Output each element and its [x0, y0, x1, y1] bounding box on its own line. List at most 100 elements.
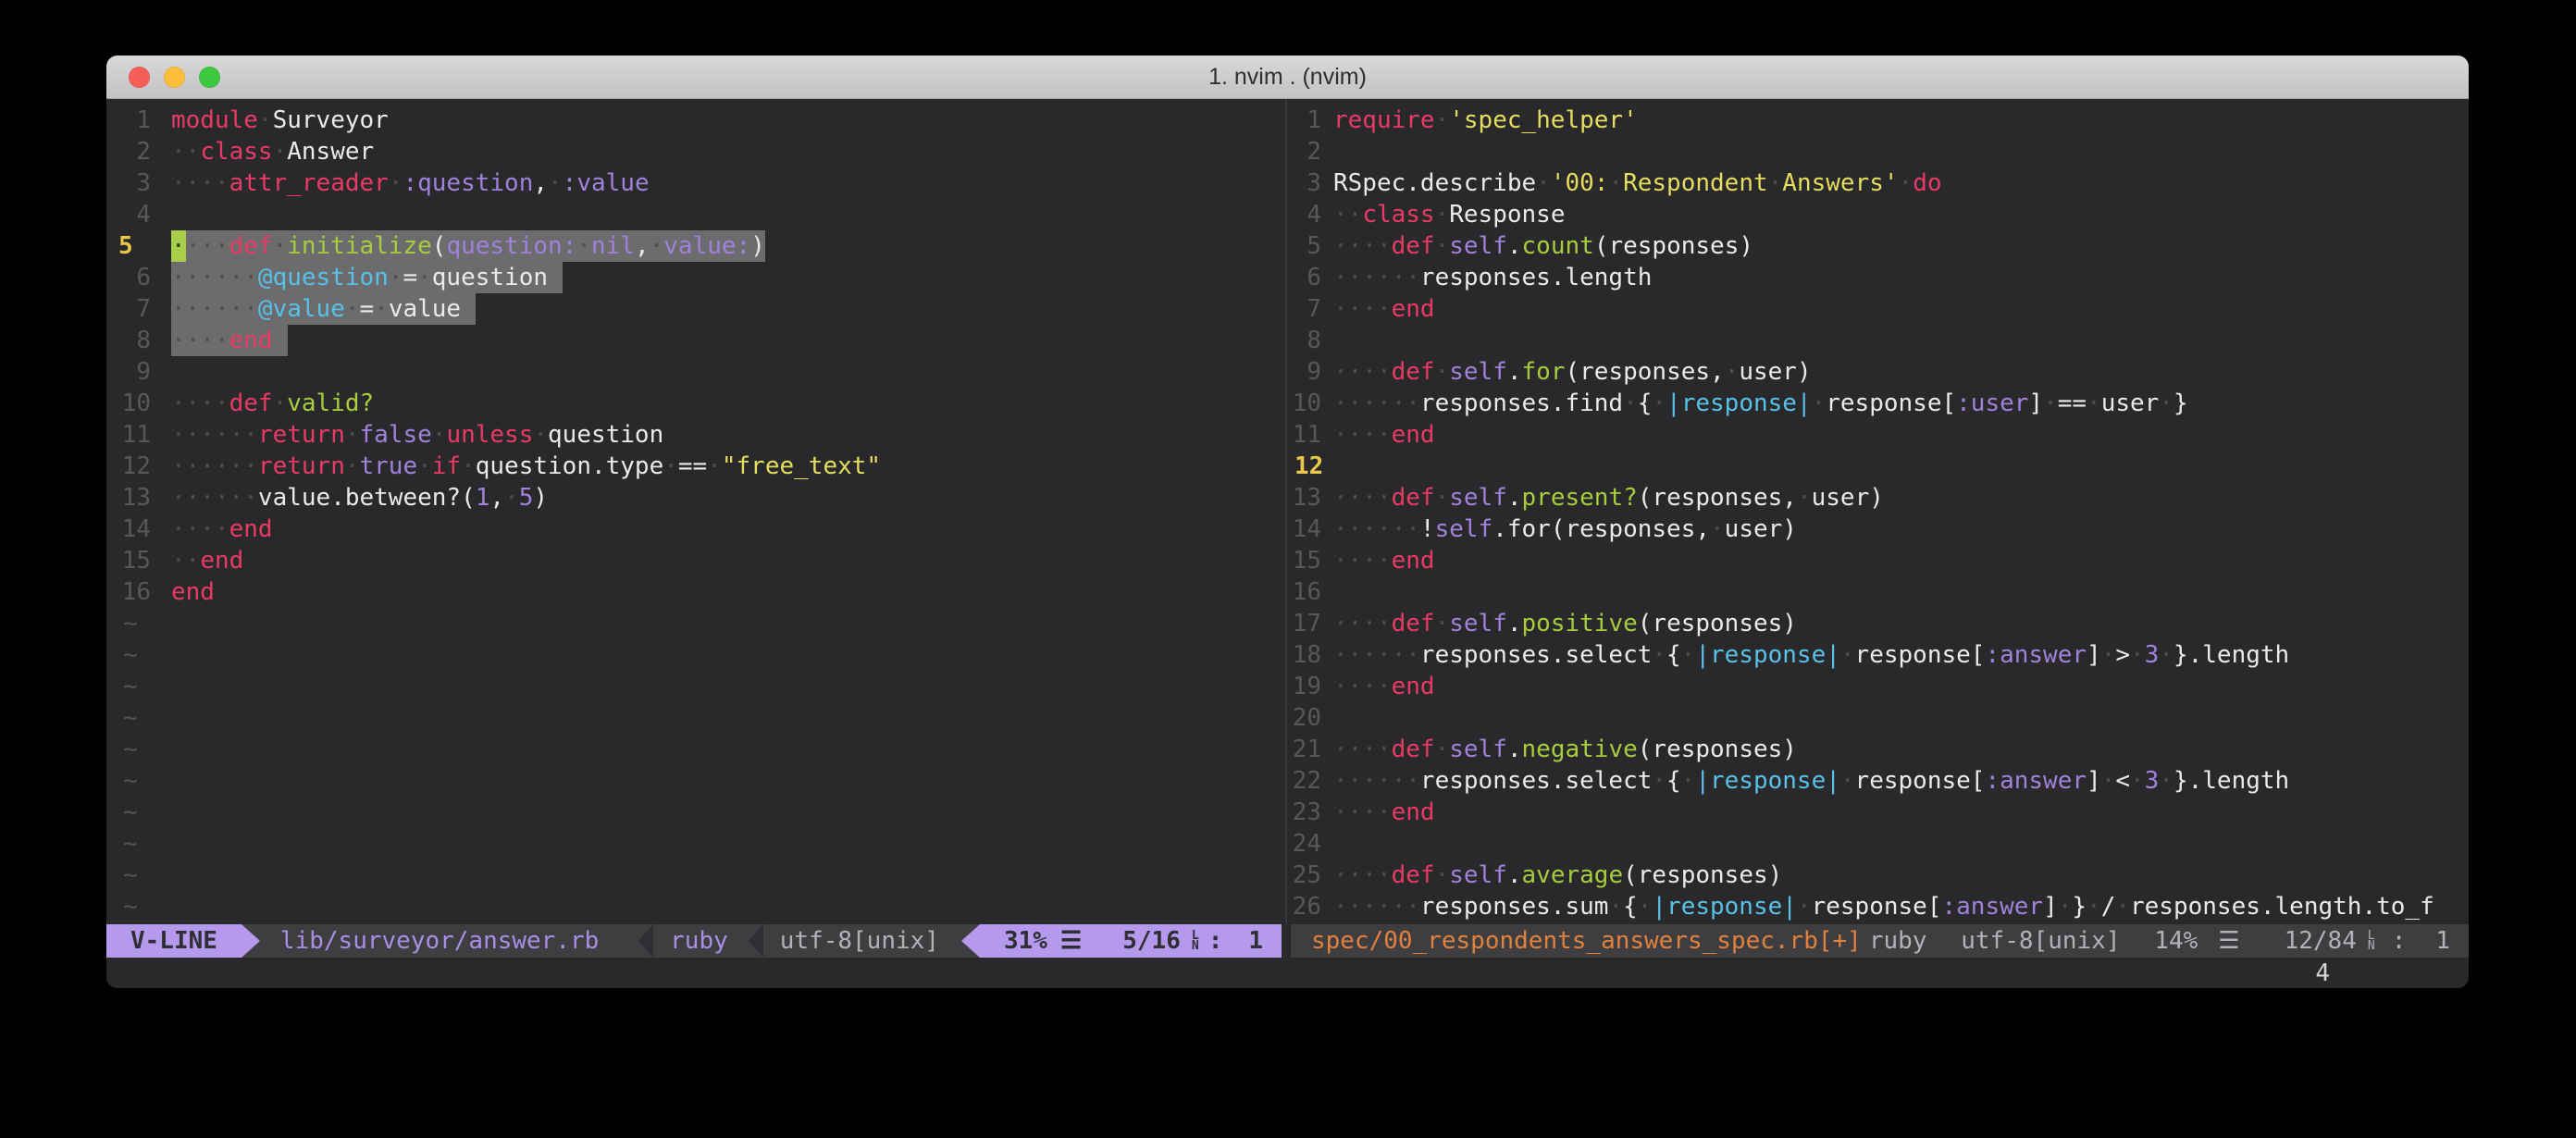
- close-button[interactable]: [129, 67, 150, 88]
- tilde-line: ~: [106, 639, 1282, 671]
- code-line[interactable]: 11······return·false·unless·question: [106, 419, 1282, 451]
- scroll-percent: 14%: [2147, 924, 2198, 958]
- code-line[interactable]: 3····attr_reader·:question,·:value: [106, 167, 1282, 199]
- command-line[interactable]: 4: [106, 958, 2469, 988]
- tilde-icon: ~: [106, 830, 138, 858]
- right-code: 1require·'spec_helper'23RSpec.describe·'…: [1291, 99, 2469, 922]
- code-line[interactable]: 5····def·initialize(question:·nil,·value…: [106, 230, 1282, 262]
- line-text: ····def·self.negative(responses): [1333, 734, 1797, 765]
- code-line[interactable]: 4··class·Response: [1291, 199, 2469, 230]
- tilde-line: ~: [106, 671, 1282, 702]
- titlebar[interactable]: 1. nvim . (nvim): [106, 56, 2469, 99]
- zoom-button[interactable]: [199, 67, 220, 88]
- pane-separator[interactable]: [1282, 99, 1291, 924]
- tilde-icon: ~: [106, 704, 138, 732]
- code-line[interactable]: 11····end: [1291, 419, 2469, 451]
- code-line[interactable]: 12: [1291, 451, 2469, 482]
- code-line[interactable]: 1module·Surveyor: [106, 105, 1282, 136]
- left-filetype: ruby: [663, 924, 749, 958]
- selected-text: ······@value·=·value: [171, 293, 476, 325]
- line-text: ····attr_reader·:question,·:value: [171, 167, 650, 199]
- code-line[interactable]: 3RSpec.describe·'00:·Respondent·Answers'…: [1291, 167, 2469, 199]
- line-text: end: [171, 576, 215, 608]
- code-line[interactable]: 5····def·self.count(responses): [1291, 230, 2469, 262]
- tilde-icon: ~: [106, 736, 138, 763]
- line-number: 2: [1291, 136, 1333, 167]
- line-number: 20: [1291, 702, 1333, 734]
- line-text: ··end: [171, 545, 243, 576]
- code-line[interactable]: 6······responses.length: [1291, 262, 2469, 293]
- code-line[interactable]: 12······return·true·if·question.type·==·…: [106, 451, 1282, 482]
- line-number: 15: [106, 545, 171, 576]
- code-line[interactable]: 7····end: [1291, 293, 2469, 325]
- code-line[interactable]: 16: [1291, 576, 2469, 608]
- chevron-left-icon: [749, 924, 763, 958]
- line-text: ······!self.for(responses,·user): [1333, 513, 1797, 545]
- line-number: 11: [106, 419, 171, 451]
- code-line[interactable]: 15····end: [1291, 545, 2469, 576]
- code-line[interactable]: 10······responses.find·{·|response|·resp…: [1291, 388, 2469, 419]
- code-line[interactable]: 26······responses.sum·{·|response|·respo…: [1291, 891, 2469, 922]
- code-line[interactable]: 10····def·valid?: [106, 388, 1282, 419]
- code-line[interactable]: 15··end: [106, 545, 1282, 576]
- right-pane[interactable]: 1require·'spec_helper'23RSpec.describe·'…: [1291, 99, 2469, 924]
- code-line[interactable]: 25····def·self.average(responses): [1291, 860, 2469, 891]
- line-number: 17: [1291, 608, 1333, 639]
- line-text: ····def·self.for(responses,·user): [1333, 356, 1812, 388]
- right-position-segment: 14% ☰ 12/84 LN : 1: [2147, 924, 2469, 958]
- code-line[interactable]: 16end: [106, 576, 1282, 608]
- code-line[interactable]: 8: [1291, 325, 2469, 356]
- code-line[interactable]: 23····end: [1291, 797, 2469, 828]
- code-line[interactable]: 9····def·self.for(responses,·user): [1291, 356, 2469, 388]
- code-line[interactable]: 14····end: [106, 513, 1282, 545]
- line-number: 22: [1291, 765, 1333, 797]
- line-number: 8: [1291, 325, 1333, 356]
- line-number: 1: [106, 105, 171, 136]
- tilde-icon: ~: [106, 861, 138, 889]
- code-line[interactable]: 13······value.between?(1,·5): [106, 482, 1282, 513]
- left-encoding: utf-8[unix]: [773, 924, 961, 958]
- line-number: 11: [1291, 419, 1333, 451]
- code-line[interactable]: 21····def·self.negative(responses): [1291, 734, 2469, 765]
- code-line[interactable]: 24: [1291, 828, 2469, 860]
- line-number-icon: LN: [1192, 931, 1199, 951]
- line-number: 14: [106, 513, 171, 545]
- cursor-position: 12/84: [2277, 924, 2357, 958]
- code-line[interactable]: 13····def·self.present?(responses,·user): [1291, 482, 2469, 513]
- line-text: module·Surveyor: [171, 105, 389, 136]
- selected-text: ······@question·=·question: [171, 262, 563, 293]
- code-line[interactable]: 20: [1291, 702, 2469, 734]
- code-line[interactable]: 1require·'spec_helper': [1291, 105, 2469, 136]
- code-line[interactable]: 4: [106, 199, 1282, 230]
- selected-text: ····def·initialize(question:·nil,·value:…: [171, 230, 765, 262]
- terminal-window: 1. nvim . (nvim) 1module·Surveyor2··clas…: [106, 56, 2469, 988]
- code-line[interactable]: 2: [1291, 136, 2469, 167]
- code-line[interactable]: 17····def·self.positive(responses): [1291, 608, 2469, 639]
- left-pane[interactable]: 1module·Surveyor2··class·Answer3····attr…: [106, 99, 1282, 924]
- code-line[interactable]: 6······@question·=·question: [106, 262, 1282, 293]
- code-line[interactable]: 18······responses.select·{·|response|·re…: [1291, 639, 2469, 671]
- line-number: 18: [1291, 639, 1333, 671]
- line-number: 12: [1291, 451, 1333, 482]
- line-text: ····end: [1333, 545, 1435, 576]
- line-number: 10: [106, 388, 171, 419]
- line-text: ····end: [171, 513, 273, 545]
- code-line[interactable]: 14······!self.for(responses,·user): [1291, 513, 2469, 545]
- line-number: 13: [1291, 482, 1333, 513]
- pending-command: 4: [2315, 958, 2330, 988]
- mode-indicator: V-LINE: [106, 924, 242, 958]
- code-line[interactable]: 8····end: [106, 325, 1282, 356]
- cursor-column: 1: [2428, 924, 2450, 958]
- line-number: 5: [1291, 230, 1333, 262]
- minimize-button[interactable]: [164, 67, 185, 88]
- code-line[interactable]: 7······@value·=·value: [106, 293, 1282, 325]
- line-number: 7: [106, 293, 171, 325]
- line-text: ····def·self.average(responses): [1333, 860, 1782, 891]
- selected-text: ····end: [171, 325, 288, 356]
- code-line[interactable]: 19····end: [1291, 671, 2469, 702]
- code-line[interactable]: 2··class·Answer: [106, 136, 1282, 167]
- code-line[interactable]: 22······responses.select·{·|response|·re…: [1291, 765, 2469, 797]
- tilde-icon: ~: [106, 893, 138, 921]
- line-text: ······responses.length: [1333, 262, 1652, 293]
- code-line[interactable]: 9: [106, 356, 1282, 388]
